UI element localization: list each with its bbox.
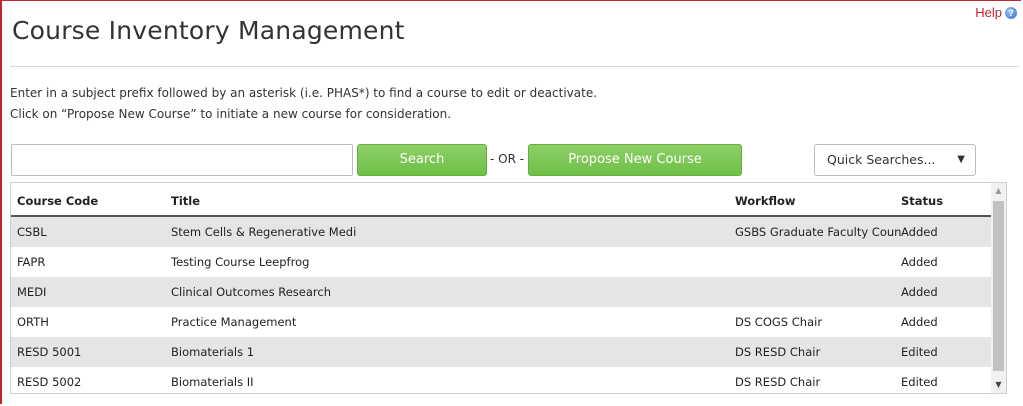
scroll-up-icon[interactable]: ▲ [991,183,1006,199]
course-title-cell: Testing Course Leepfrog [171,255,310,269]
title-divider [10,66,1019,67]
table-row[interactable]: FAPR Testing Course Leepfrog Added [11,247,1006,277]
course-title-cell: Biomaterials II [171,375,254,389]
quick-searches-value: Quick Searches... [827,152,936,167]
table-row[interactable]: ORTH Practice Management DS COGS Chair A… [11,307,1006,337]
table-row[interactable]: CSBL Stem Cells & Regenerative Medi GSBS… [11,217,1006,247]
instruction-line-1: Enter in a subject prefix followed by an… [10,86,598,100]
table-header: Course Code Title Workflow Status [11,183,1006,217]
course-code-cell: RESD 5002 [17,375,82,389]
course-code-cell: ORTH [17,315,49,329]
table-row[interactable]: RESD 5002 Biomaterials II DS RESD Chair … [11,367,1006,393]
propose-new-course-button[interactable]: Propose New Course [528,144,742,176]
course-title-cell: Clinical Outcomes Research [171,285,332,299]
search-input[interactable] [11,144,353,176]
column-header-status[interactable]: Status [901,194,943,208]
course-code-cell: RESD 5001 [17,345,82,359]
workflow-cell: GSBS Graduate Faculty Coun [735,225,901,239]
table-row[interactable]: MEDI Clinical Outcomes Research Added [11,277,1006,307]
status-cell: Added [901,255,938,269]
status-cell: Added [901,315,938,329]
search-button[interactable]: Search [357,144,487,176]
column-header-course-code[interactable]: Course Code [17,194,98,208]
course-code-cell: CSBL [17,225,47,239]
page-title: Course Inventory Management [12,16,405,45]
instructions: Enter in a subject prefix followed by an… [10,83,597,125]
course-code-cell: MEDI [17,285,47,299]
help-circle-icon: ? [1005,6,1017,19]
quick-searches-select[interactable]: Quick Searches... ▼ [814,144,976,176]
workflow-cell: DS RESD Chair [735,345,821,359]
table-scrollbar[interactable]: ▲ ▼ [991,183,1006,393]
course-title-cell: Stem Cells & Regenerative Medi [171,225,357,239]
workflow-cell: DS COGS Chair [735,315,823,329]
status-cell: Added [901,225,938,239]
table-row[interactable]: RESD 5001 Biomaterials 1 DS RESD Chair E… [11,337,1006,367]
column-header-workflow[interactable]: Workflow [735,194,901,208]
scroll-down-icon[interactable]: ▼ [991,377,1006,393]
help-label: Help [975,5,1002,20]
help-link[interactable]: Help ? [975,5,1017,20]
caret-down-icon: ▼ [957,154,965,165]
scrollbar-thumb[interactable] [993,201,1004,371]
instruction-line-2: Click on “Propose New Course” to initiat… [10,107,452,121]
column-header-title[interactable]: Title [171,194,200,208]
or-separator: - OR - [490,152,525,166]
status-cell: Added [901,285,938,299]
course-table: Course Code Title Workflow Status CSBL S… [10,182,1007,394]
course-code-cell: FAPR [17,255,46,269]
workflow-cell: DS RESD Chair [735,375,821,389]
status-cell: Edited [901,375,938,389]
course-title-cell: Practice Management [171,315,297,329]
course-title-cell: Biomaterials 1 [171,345,255,359]
status-cell: Edited [901,345,938,359]
